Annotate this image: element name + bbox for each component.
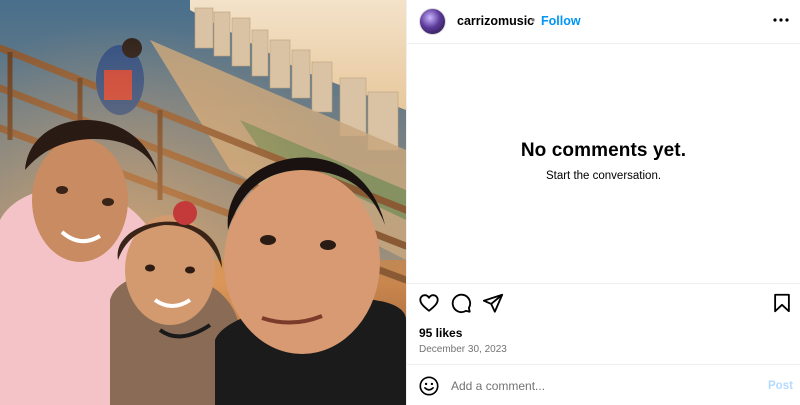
post-photo[interactable] bbox=[0, 0, 406, 405]
post-header: carrizomusic • Follow bbox=[407, 0, 800, 44]
post-side-panel: carrizomusic • Follow No comments yet. S… bbox=[407, 0, 800, 405]
follow-button[interactable]: Follow bbox=[541, 14, 581, 28]
action-bar bbox=[407, 288, 800, 320]
share-icon[interactable] bbox=[482, 292, 504, 314]
comment-icon[interactable] bbox=[450, 292, 472, 314]
post-date: December 30, 2023 bbox=[419, 344, 507, 355]
avatar[interactable] bbox=[419, 8, 446, 35]
username-link[interactable]: carrizomusic bbox=[457, 14, 534, 28]
photo-illustration bbox=[0, 0, 406, 405]
heart-icon[interactable] bbox=[418, 292, 440, 314]
empty-subtitle: Start the conversation. bbox=[545, 170, 662, 182]
post-button[interactable]: Post bbox=[768, 380, 793, 392]
divider bbox=[407, 283, 800, 284]
separator-dot: • bbox=[531, 13, 536, 27]
more-horizontal-icon[interactable] bbox=[771, 10, 791, 30]
emoji-icon[interactable] bbox=[418, 375, 440, 397]
empty-title: No comments yet. bbox=[520, 140, 687, 161]
bookmark-icon[interactable] bbox=[771, 292, 793, 314]
comments-empty-state: No comments yet. Start the conversation. bbox=[407, 140, 800, 182]
divider bbox=[407, 364, 800, 365]
comment-input[interactable] bbox=[451, 374, 751, 398]
likes-count[interactable]: 95 likes bbox=[419, 326, 462, 340]
